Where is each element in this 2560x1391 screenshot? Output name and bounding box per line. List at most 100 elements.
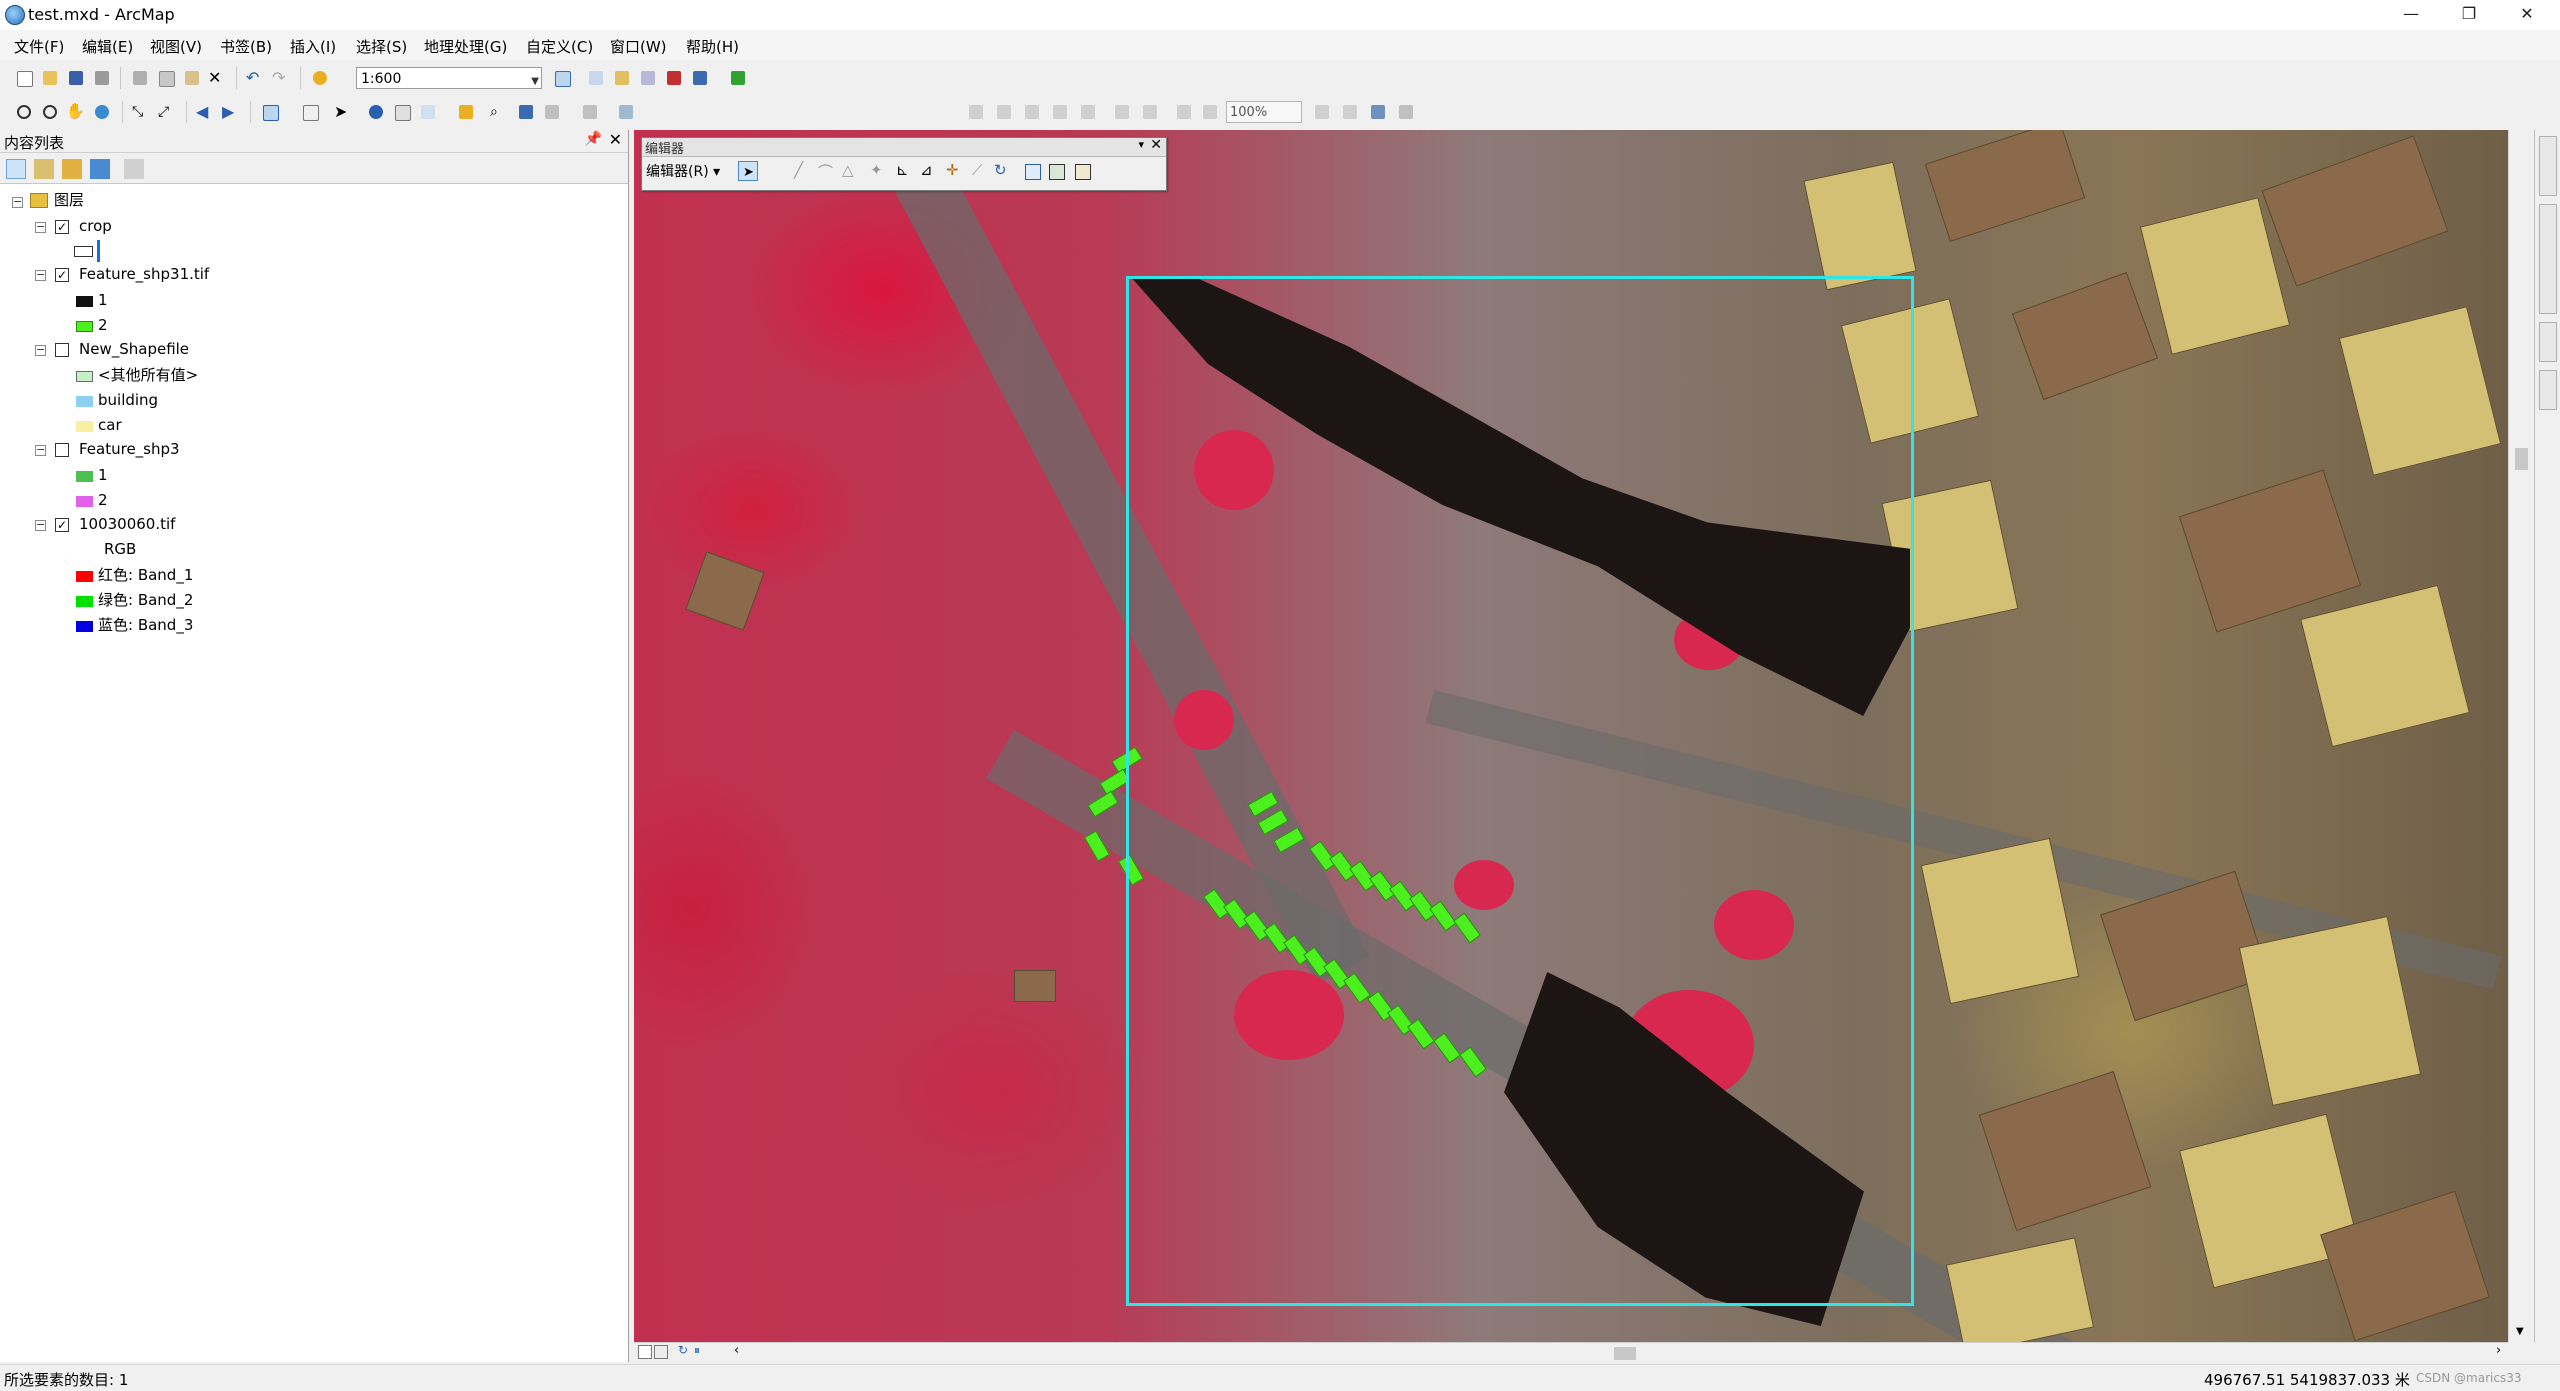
- layer-name[interactable]: Feature_shp3: [79, 437, 180, 461]
- layout-zoom-out-icon[interactable]: [994, 102, 1014, 122]
- collapse-icon[interactable]: −: [35, 444, 46, 456]
- menu-file[interactable]: 文件(F): [14, 36, 64, 57]
- scrollbar-thumb[interactable]: [2515, 448, 2528, 470]
- layer-name[interactable]: Feature_shp31.tif: [79, 262, 209, 286]
- collapse-icon[interactable]: −: [12, 196, 23, 208]
- layer-name[interactable]: 10030060.tif: [79, 512, 175, 536]
- edit-tool-arrow-icon[interactable]: ➤: [738, 161, 758, 181]
- data-frame-label[interactable]: 图层: [54, 188, 84, 212]
- time-slider-icon[interactable]: [580, 102, 600, 122]
- edit-vertices-icon[interactable]: ⊾: [896, 161, 916, 181]
- editor-toolbar-icon[interactable]: [552, 68, 572, 88]
- zoom-whole-page-icon[interactable]: [1050, 102, 1070, 122]
- scroll-left-icon[interactable]: ‹: [734, 1343, 739, 1358]
- list-by-visibility-icon[interactable]: [62, 159, 82, 179]
- end-point-arc-icon[interactable]: ⌒: [818, 161, 838, 181]
- zoom-100-icon[interactable]: [1078, 102, 1098, 122]
- model-builder-icon[interactable]: [728, 68, 748, 88]
- redo-icon[interactable]: ↷: [272, 68, 292, 88]
- refresh-icon[interactable]: ↻: [678, 1343, 688, 1357]
- band-swatch[interactable]: [76, 571, 93, 582]
- maximize-button[interactable]: ❐: [2440, 0, 2498, 30]
- layout-pan-icon[interactable]: [1022, 102, 1042, 122]
- back-arrow-icon[interactable]: ◀: [196, 102, 216, 122]
- close-icon[interactable]: ✕: [1150, 137, 1162, 153]
- pan-hand-icon[interactable]: ✋: [66, 102, 86, 122]
- pause-drawing-icon[interactable]: ⏸: [694, 1343, 700, 1358]
- collapse-icon[interactable]: −: [35, 344, 46, 356]
- layer-name[interactable]: crop: [79, 214, 112, 238]
- create-viewer-icon[interactable]: [616, 102, 636, 122]
- attributes-icon[interactable]: [1022, 161, 1042, 181]
- table-of-contents-icon[interactable]: [586, 68, 606, 88]
- fixed-zoom-in-icon[interactable]: ⤡: [132, 102, 152, 122]
- scroll-right-icon[interactable]: ›: [2496, 1343, 2501, 1358]
- menu-edit[interactable]: 编辑(E): [82, 36, 133, 57]
- create-features-icon[interactable]: [1072, 161, 1092, 181]
- select-elements-arrow-icon[interactable]: ➤: [334, 102, 354, 122]
- fixed-zoom-in-layout-icon[interactable]: [1112, 102, 1132, 122]
- split-tool-icon[interactable]: ⟋: [972, 161, 992, 181]
- crop-extent-frame[interactable]: [1126, 276, 1914, 1306]
- collapse-icon[interactable]: −: [35, 221, 46, 233]
- forward-arrow-icon[interactable]: ▶: [222, 102, 242, 122]
- list-by-source-icon[interactable]: [34, 159, 54, 179]
- layout-zoom-in-icon[interactable]: [966, 102, 986, 122]
- menu-geoprocessing[interactable]: 地理处理(G): [424, 36, 507, 57]
- layout-zoom-combo[interactable]: 100%: [1226, 101, 1302, 123]
- map-vertical-scrollbar[interactable]: ▼: [2508, 130, 2535, 1342]
- layer-visibility-checkbox[interactable]: ✓: [55, 518, 69, 532]
- minimize-button[interactable]: —: [2382, 0, 2440, 30]
- find-route-icon[interactable]: [516, 102, 536, 122]
- class-swatch[interactable]: [76, 421, 93, 432]
- find-binoculars-icon[interactable]: ⌕: [490, 102, 510, 122]
- menu-select[interactable]: 选择(S): [356, 36, 407, 57]
- arctoolbox-icon[interactable]: [664, 68, 684, 88]
- focus-data-frame-icon[interactable]: [1340, 102, 1360, 122]
- class-swatch[interactable]: [76, 496, 93, 507]
- go-to-xy-icon[interactable]: [542, 102, 562, 122]
- list-by-selection-icon[interactable]: [90, 159, 110, 179]
- menu-windows[interactable]: 窗口(W): [610, 36, 667, 57]
- rotate-icon[interactable]: ↻: [994, 161, 1014, 181]
- fixed-zoom-out-layout-icon[interactable]: [1140, 102, 1160, 122]
- map-horizontal-scrollbar[interactable]: ↻ ⏸ ‹ ›: [634, 1342, 2508, 1363]
- catalog-icon[interactable]: [612, 68, 632, 88]
- collapse-icon[interactable]: −: [35, 269, 46, 281]
- pin-icon[interactable]: ▾: [1138, 138, 1144, 151]
- class-swatch[interactable]: [76, 321, 93, 332]
- arctoolbox-dock-tab[interactable]: [2539, 322, 2557, 362]
- add-data-icon[interactable]: [310, 68, 330, 88]
- layer-visibility-checkbox[interactable]: ✓: [55, 268, 69, 282]
- menu-view[interactable]: 视图(V): [150, 36, 202, 57]
- zoom-out-icon[interactable]: [40, 102, 60, 122]
- class-swatch[interactable]: [76, 371, 93, 382]
- change-layout-icon[interactable]: [1368, 102, 1388, 122]
- select-features-icon[interactable]: [260, 102, 280, 122]
- reshape-feature-icon[interactable]: ⊿: [920, 161, 940, 181]
- paste-icon[interactable]: [182, 68, 202, 88]
- layout-view-icon[interactable]: [654, 1345, 668, 1359]
- html-popup-icon[interactable]: [392, 102, 412, 122]
- layer-name[interactable]: New_Shapefile: [79, 337, 189, 361]
- band-swatch[interactable]: [76, 596, 93, 607]
- print-icon[interactable]: [92, 68, 112, 88]
- go-forward-extent-icon[interactable]: [1200, 102, 1220, 122]
- menu-insert[interactable]: 插入(I): [290, 36, 336, 57]
- copy-icon[interactable]: [156, 68, 176, 88]
- straight-segment-icon[interactable]: ╱: [794, 161, 814, 181]
- open-folder-icon[interactable]: [40, 68, 60, 88]
- new-document-icon[interactable]: [14, 68, 34, 88]
- class-swatch[interactable]: [76, 471, 93, 482]
- collapse-icon[interactable]: −: [35, 519, 46, 531]
- delete-icon[interactable]: ✕: [208, 68, 228, 88]
- toggle-draft-mode-icon[interactable]: [1312, 102, 1332, 122]
- chevron-down-icon[interactable]: ▼: [531, 71, 539, 93]
- cut-icon[interactable]: [130, 68, 150, 88]
- layer-visibility-checkbox[interactable]: [55, 343, 69, 357]
- menu-bookmarks[interactable]: 书签(B): [220, 36, 272, 57]
- band-swatch[interactable]: [76, 621, 93, 632]
- point-icon[interactable]: ✦: [870, 161, 890, 181]
- hyperlink-icon[interactable]: [418, 102, 438, 122]
- undo-icon[interactable]: ↶: [246, 68, 266, 88]
